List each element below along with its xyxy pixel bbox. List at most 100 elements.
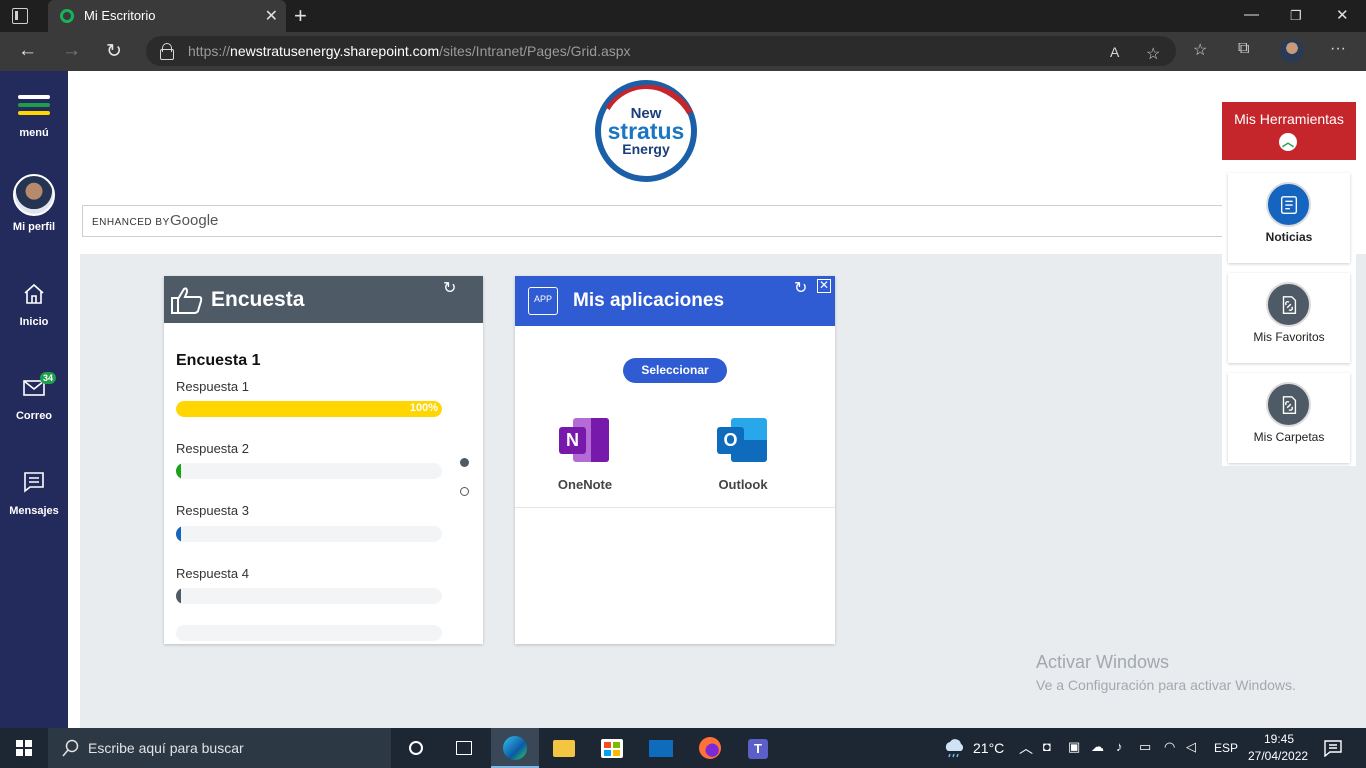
temperature[interactable]: 21°C (973, 740, 1004, 756)
answer-bar-fill (176, 526, 181, 542)
select-apps-button[interactable]: Seleccionar (623, 358, 727, 383)
answer-label: Respuesta 3 (176, 503, 249, 518)
tools-title: Mis Herramientas (1234, 111, 1344, 127)
answer-bar[interactable] (176, 463, 442, 479)
tools-header[interactable]: Mis Herramientas ︿ (1222, 102, 1356, 160)
weather-icon[interactable] (942, 737, 966, 759)
mail-app-icon[interactable] (637, 728, 685, 768)
tab-favicon-icon (60, 9, 74, 23)
close-window-icon[interactable]: ✕ (1336, 6, 1349, 24)
search-enhanced-label: ENHANCED BY (92, 217, 170, 228)
answer-percent: 100% (409, 402, 438, 414)
home-icon[interactable] (22, 282, 46, 306)
tab-title: Mi Escritorio (84, 8, 156, 23)
url-text: https://newstratusenergy.sharepoint.com/… (188, 43, 631, 59)
browser-profile-icon[interactable] (1280, 39, 1304, 63)
address-toolbar: ← → ↻ https://newstratusenergy.sharepoin… (0, 32, 1366, 71)
apps-card: APP Mis aplicaciones ↻ ✕ Seleccionar N O… (515, 276, 835, 644)
clock-date[interactable]: 27/04/2022 (1248, 749, 1308, 763)
language-indicator[interactable]: ESP (1214, 741, 1238, 755)
tab-actions-icon[interactable] (12, 8, 28, 24)
tool-label: Noticias (1265, 230, 1313, 244)
taskbar: Escribe aquí para buscar T 21°C ︿ ◘ ▣ ☁ … (0, 728, 1366, 768)
microphone-icon[interactable]: ♪ (1116, 739, 1123, 754)
search-icon (62, 739, 79, 757)
teams-icon[interactable]: T (735, 728, 783, 768)
favorites-link-icon (1266, 282, 1311, 327)
url-field[interactable]: https://newstratusenergy.sharepoint.com/… (146, 36, 1176, 66)
messages-icon[interactable] (22, 470, 46, 494)
answer-bar-fill (176, 463, 181, 479)
survey-refresh-icon[interactable]: ↻ (443, 278, 456, 298)
task-view-icon[interactable] (440, 728, 488, 768)
windows-start-icon[interactable] (16, 740, 32, 756)
browser-tab[interactable]: Mi Escritorio ✕ (48, 0, 286, 32)
apps-refresh-icon[interactable]: ↻ (794, 278, 807, 298)
answer-bar[interactable] (176, 526, 442, 542)
tool-favoritos[interactable]: Mis Favoritos (1228, 273, 1350, 363)
back-icon[interactable]: ← (18, 40, 37, 62)
app-name: Outlook (718, 477, 768, 492)
profile-label[interactable]: Mi perfil (0, 221, 68, 233)
minimize-icon[interactable]: — (1244, 6, 1259, 23)
close-tab-icon[interactable]: ✕ (265, 6, 278, 26)
survey-question: Encuesta 1 (176, 352, 261, 369)
favorites-icon[interactable]: ☆ (1193, 40, 1207, 60)
answer-bar[interactable]: 100% (176, 401, 442, 417)
divider (515, 507, 835, 508)
app-onenote[interactable]: N OneNote (545, 418, 625, 492)
answer-bar-fill (176, 588, 181, 604)
home-label[interactable]: Inicio (0, 316, 68, 328)
chevron-up-icon[interactable]: ︿ (1019, 738, 1033, 758)
clock-time[interactable]: 19:45 (1264, 732, 1294, 746)
answer-bar[interactable] (176, 588, 442, 604)
read-aloud-icon[interactable]: A (1110, 44, 1119, 60)
menu-icon[interactable] (18, 95, 50, 121)
taskbar-search-placeholder: Escribe aquí para buscar (88, 740, 244, 756)
apps-header: APP Mis aplicaciones ↻ ✕ (515, 276, 835, 326)
answer-bar[interactable] (176, 625, 442, 641)
more-icon[interactable]: ··· (1330, 40, 1346, 58)
logo-line3: Energy (622, 141, 670, 157)
site-search-input[interactable]: ENHANCED BY Google (82, 205, 1272, 237)
answer-label: Respuesta 2 (176, 441, 249, 456)
onedrive-icon[interactable]: ☁ (1091, 739, 1104, 755)
answer-label: Respuesta 4 (176, 566, 249, 581)
mail-label[interactable]: Correo (0, 410, 68, 422)
chevron-up-icon[interactable]: ︿ (1279, 133, 1297, 151)
app-outlook[interactable]: O Outlook (703, 418, 783, 492)
new-tab-icon[interactable]: + (294, 3, 307, 29)
collections-icon[interactable]: ⧉ (1238, 40, 1249, 58)
messages-label[interactable]: Mensajes (0, 505, 68, 517)
news-icon (1266, 182, 1311, 227)
app-icon: APP (528, 287, 558, 315)
file-explorer-icon[interactable] (540, 728, 588, 768)
store-icon[interactable] (588, 728, 636, 768)
forward-icon[interactable]: → (62, 40, 81, 62)
apps-close-icon[interactable]: ✕ (817, 279, 831, 293)
tool-noticias[interactable]: Noticias (1228, 173, 1350, 263)
meet-now-icon[interactable]: ▣ (1068, 739, 1080, 755)
tool-carpetas[interactable]: Mis Carpetas (1228, 373, 1350, 463)
carousel-dot[interactable] (460, 487, 469, 496)
taskbar-search-input[interactable]: Escribe aquí para buscar (48, 728, 391, 768)
add-favorite-icon[interactable]: ☆ (1146, 44, 1160, 64)
notifications-icon[interactable] (1324, 739, 1342, 757)
onenote-icon: N (559, 418, 611, 464)
outlook-tray-icon[interactable]: ◘ (1043, 739, 1051, 754)
refresh-icon[interactable]: ↻ (106, 40, 122, 63)
restore-icon[interactable]: ❐ (1290, 8, 1302, 24)
firefox-icon[interactable] (686, 728, 734, 768)
menu-label[interactable]: menú (0, 127, 68, 139)
browser-titlebar: Mi Escritorio ✕ + — ❐ ✕ (0, 0, 1366, 32)
wifi-icon[interactable]: ◠ (1164, 739, 1175, 755)
edge-icon[interactable] (491, 728, 539, 768)
battery-icon[interactable]: ▭ (1139, 739, 1151, 755)
activation-watermark-title: Activar Windows (1036, 652, 1170, 672)
mail-count-badge: 34 (40, 372, 57, 384)
volume-icon[interactable]: ◁ (1186, 739, 1196, 755)
carousel-dot-active[interactable] (460, 458, 469, 467)
cortana-icon[interactable] (392, 728, 440, 768)
apps-title: Mis aplicaciones (573, 290, 725, 311)
avatar[interactable] (13, 174, 55, 216)
